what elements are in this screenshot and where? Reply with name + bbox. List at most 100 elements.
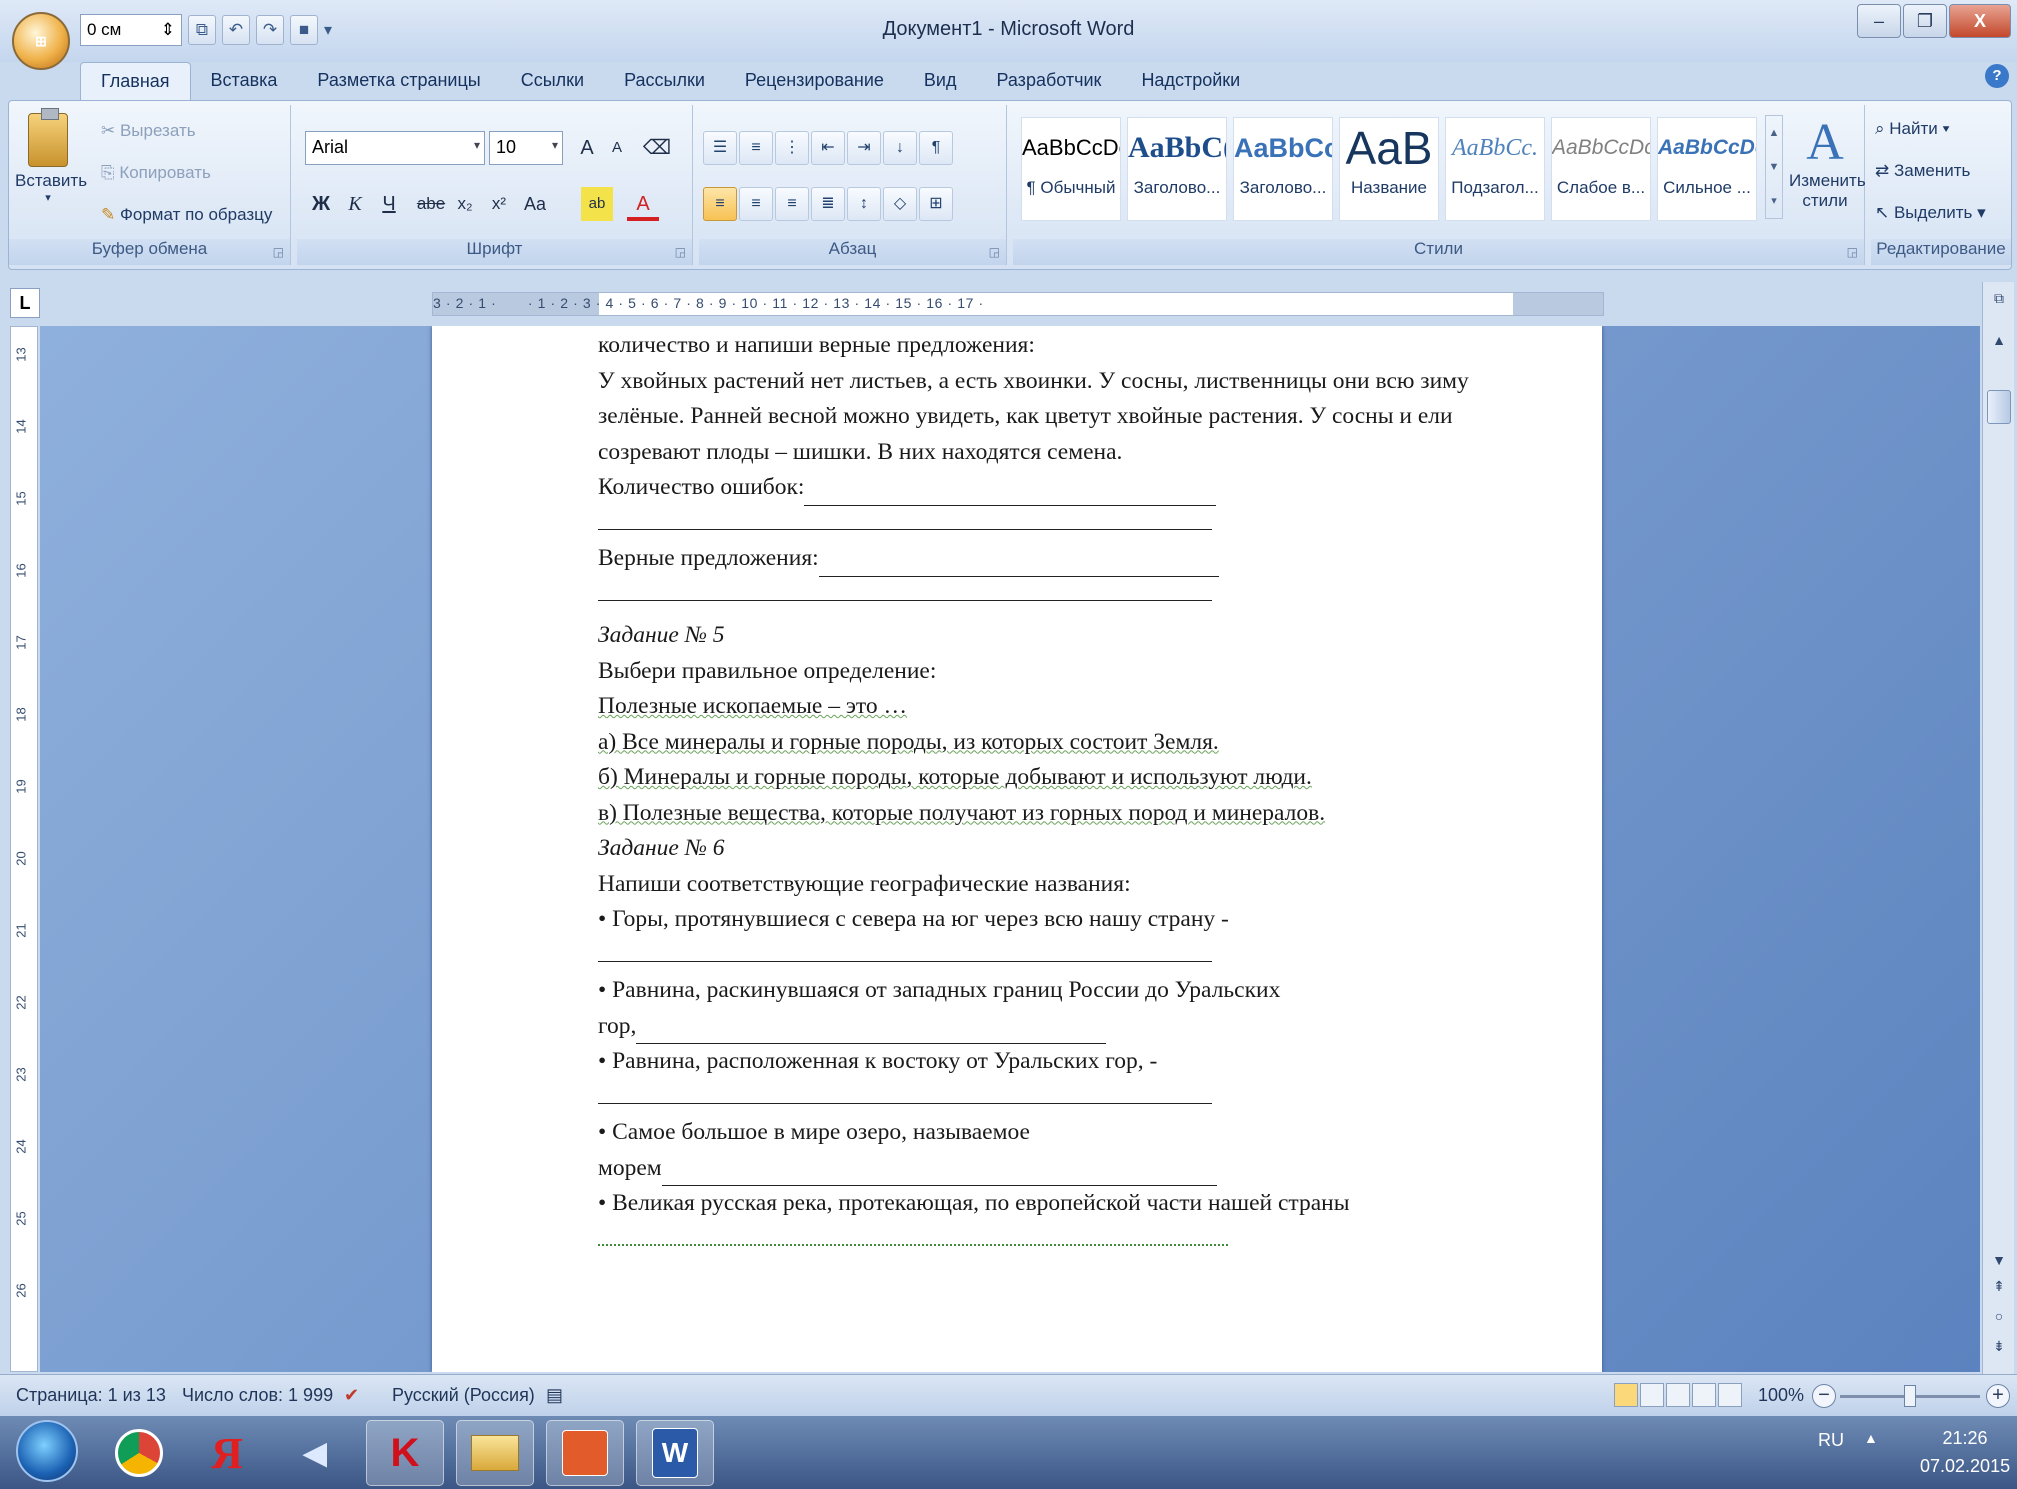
clock[interactable]: 21:26 07.02.2015	[1920, 1424, 2010, 1480]
tab-addins[interactable]: Надстройки	[1121, 62, 1260, 100]
speaker-icon[interactable]: ◀	[276, 1420, 354, 1486]
styles-scroll-icon[interactable]: ▲ ▼ ▾	[1765, 115, 1783, 219]
ruler-toggle-icon[interactable]: ⧉	[1983, 290, 2015, 307]
style-title[interactable]: AaB Название	[1339, 117, 1439, 221]
scroll-up-icon[interactable]: ▲	[1983, 332, 2015, 348]
select-button[interactable]: ↖ Выделить ▾	[1875, 203, 1986, 223]
multilevel-list-icon[interactable]: ⋮	[775, 131, 809, 165]
minimize-button[interactable]: –	[1857, 4, 1901, 38]
macro-icon[interactable]: ▤	[546, 1385, 563, 1406]
underline-button[interactable]: Ч	[373, 187, 405, 221]
strikethrough-button[interactable]: abe	[415, 187, 447, 221]
replace-button[interactable]: ⇄ Заменить	[1875, 161, 1970, 181]
align-center-icon[interactable]: ≡	[739, 187, 773, 221]
prev-page-icon[interactable]: ⇞	[1983, 1278, 2015, 1295]
web-layout-icon[interactable]	[1666, 1383, 1690, 1407]
dialog-launcher-icon[interactable]: ◲	[675, 245, 686, 259]
restore-button[interactable]: ❐	[1903, 4, 1947, 38]
redo-icon[interactable]: ↷	[256, 15, 284, 45]
word-count[interactable]: Число слов: 1 999	[182, 1385, 333, 1406]
next-page-icon[interactable]: ⇟	[1983, 1338, 2015, 1355]
tab-references[interactable]: Ссылки	[501, 62, 604, 100]
borders-icon[interactable]: ⊞	[919, 187, 953, 221]
bold-button[interactable]: Ж	[305, 187, 337, 221]
subscript-button[interactable]: x₂	[449, 187, 481, 221]
start-button-icon[interactable]	[16, 1420, 78, 1482]
tab-selector[interactable]: L	[10, 288, 40, 318]
sort-icon[interactable]: ↓	[883, 131, 917, 165]
outline-icon[interactable]	[1692, 1383, 1716, 1407]
vertical-scrollbar[interactable]: ⧉ ▲ ▼ ⇞ ○ ⇟	[1982, 282, 2014, 1374]
indent-field[interactable]: 0 см ⇕	[80, 14, 182, 46]
increase-indent-icon[interactable]: ⇥	[847, 131, 881, 165]
zoom-slider-thumb[interactable]	[1904, 1385, 1916, 1407]
chrome-icon[interactable]	[100, 1420, 178, 1486]
format-painter-button[interactable]: ✎ Формат по образцу	[101, 205, 272, 225]
tab-developer[interactable]: Разработчик	[976, 62, 1121, 100]
save-icon[interactable]: ■	[290, 15, 318, 45]
office-button[interactable]: ⊞	[12, 12, 70, 70]
style-intense-emphasis[interactable]: AaBbCcDc Сильное ...	[1657, 117, 1757, 221]
scroll-thumb[interactable]	[1987, 390, 2011, 424]
vertical-ruler[interactable]: 13 14 15 16 17 18 19 20 21 22 23 24 25 2…	[10, 326, 38, 1372]
proofing-icon[interactable]: ✔	[344, 1385, 359, 1406]
tab-review[interactable]: Рецензирование	[725, 62, 904, 100]
browse-object-icon[interactable]: ○	[1983, 1308, 2015, 1324]
tab-view[interactable]: Вид	[904, 62, 977, 100]
decrease-indent-icon[interactable]: ⇤	[811, 131, 845, 165]
scroll-down-icon[interactable]: ▼	[1983, 1252, 2015, 1268]
grow-font-button[interactable]: A	[571, 131, 603, 165]
font-color-icon[interactable]: A	[627, 187, 659, 221]
superscript-button[interactable]: x²	[483, 187, 515, 221]
numbering-icon[interactable]: ≡	[739, 131, 773, 165]
document-page[interactable]: количество и напиши верные предложения: …	[432, 326, 1602, 1372]
horizontal-ruler[interactable]: 3 · 2 · 1 · · 1 · 2 · 3 · 4 · 5 · 6 · 7 …	[432, 292, 1604, 316]
yandex-icon[interactable]: Я	[188, 1420, 266, 1486]
show-marks-icon[interactable]: ¶	[919, 131, 953, 165]
toolbar-icon[interactable]: ⧉	[188, 15, 216, 45]
style-subtitle[interactable]: AaBbCc. Подзагол...	[1445, 117, 1545, 221]
change-styles-button[interactable]: A Изменить стили	[1789, 115, 1866, 211]
tab-home[interactable]: Главная	[80, 62, 191, 100]
font-name-combo[interactable]: Arial ▾	[305, 131, 485, 165]
align-left-icon[interactable]: ≡	[703, 187, 737, 221]
tray-expand-icon[interactable]: ▲	[1864, 1430, 1878, 1446]
kaspersky-icon[interactable]: K	[366, 1420, 444, 1486]
line-spacing-icon[interactable]: ↕	[847, 187, 881, 221]
copy-button[interactable]: ⎘ Копировать	[101, 163, 211, 183]
italic-button[interactable]: К	[339, 187, 371, 221]
zoom-level[interactable]: 100%	[1758, 1385, 1804, 1406]
help-icon[interactable]: ?	[1985, 64, 2009, 88]
dialog-launcher-icon[interactable]: ◲	[989, 245, 1000, 259]
tab-page-layout[interactable]: Разметка страницы	[297, 62, 500, 100]
shrink-font-button[interactable]: A	[601, 131, 633, 165]
align-right-icon[interactable]: ≡	[775, 187, 809, 221]
style-normal[interactable]: AaBbCcDc ¶ Обычный	[1021, 117, 1121, 221]
find-button[interactable]: ⌕ Найти ▾	[1875, 119, 1950, 139]
undo-icon[interactable]: ↶	[222, 15, 250, 45]
cut-button[interactable]: ✂ Вырезать	[101, 121, 196, 141]
bullets-icon[interactable]: ☰	[703, 131, 737, 165]
style-heading-1[interactable]: AaBbC(Заголово...	[1127, 117, 1227, 221]
zoom-in-icon[interactable]: +	[1986, 1384, 2010, 1408]
draft-icon[interactable]	[1718, 1383, 1742, 1407]
print-layout-icon[interactable]	[1614, 1383, 1638, 1407]
dialog-launcher-icon[interactable]: ◲	[273, 245, 284, 259]
zoom-out-icon[interactable]: −	[1812, 1384, 1836, 1408]
style-heading-2[interactable]: AaBbCc Заголово...	[1233, 117, 1333, 221]
font-size-combo[interactable]: 10 ▾	[489, 131, 563, 165]
dialog-launcher-icon[interactable]: ◲	[1847, 245, 1858, 259]
clear-format-icon[interactable]: ⌫	[641, 131, 673, 165]
shading-icon[interactable]: ◇	[883, 187, 917, 221]
style-subtle-emphasis[interactable]: AaBbCcDc Слабое в...	[1551, 117, 1651, 221]
language-tray[interactable]: RU	[1818, 1430, 1844, 1451]
powerpoint-icon[interactable]	[546, 1420, 624, 1486]
highlight-icon[interactable]: ab	[581, 187, 613, 221]
full-screen-reading-icon[interactable]	[1640, 1383, 1664, 1407]
tab-insert[interactable]: Вставка	[191, 62, 298, 100]
page-indicator[interactable]: Страница: 1 из 13	[16, 1385, 166, 1406]
paste-button[interactable]: Вставить ▾	[15, 108, 87, 204]
explorer-icon[interactable]	[456, 1420, 534, 1486]
language-indicator[interactable]: Русский (Россия)	[392, 1385, 535, 1406]
justify-icon[interactable]: ≣	[811, 187, 845, 221]
